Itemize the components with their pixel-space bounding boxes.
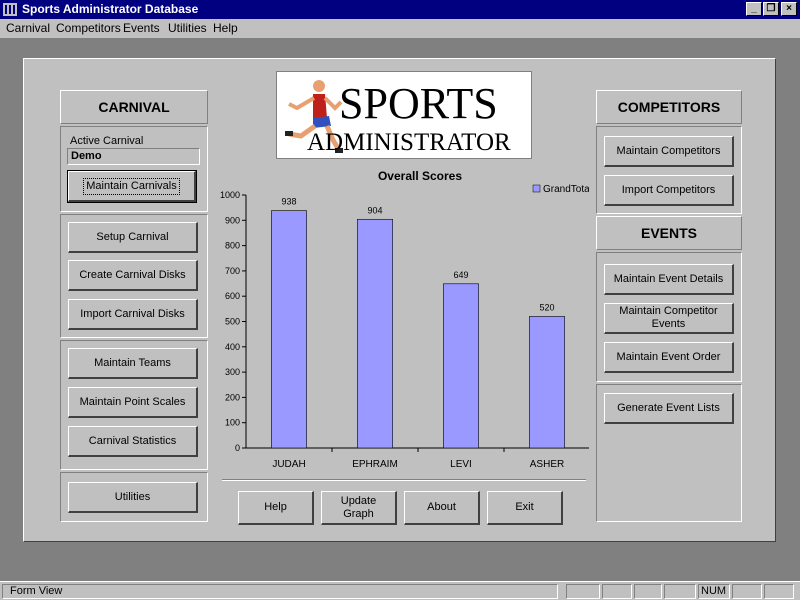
active-carnival-label: Active Carnival: [70, 135, 144, 147]
about-button[interactable]: About: [404, 491, 480, 525]
maintain-carnivals-button[interactable]: Maintain Carnivals: [67, 170, 197, 203]
menu-bar: Carnival Competitors Events Utilities He…: [0, 19, 800, 38]
bar-value-label: 520: [539, 302, 554, 312]
menu-events[interactable]: Events: [123, 21, 160, 35]
maintain-event-order-button[interactable]: Maintain Event Order: [604, 342, 734, 373]
y-tick-label: 100: [225, 418, 240, 428]
events-heading: EVENTS: [640, 225, 697, 241]
maintain-point-scales-button[interactable]: Maintain Point Scales: [68, 387, 198, 418]
utilities-button[interactable]: Utilities: [68, 482, 198, 513]
maintain-competitors-button[interactable]: Maintain Competitors: [604, 136, 734, 167]
carnival-utilities-panel: Utilities: [60, 472, 208, 522]
y-tick-label: 900: [225, 215, 240, 225]
status-cell-1: [566, 584, 600, 599]
minimize-button[interactable]: _: [746, 2, 762, 16]
x-tick-label: LEVI: [450, 459, 472, 470]
active-carnival-field[interactable]: Demo: [67, 148, 200, 165]
maintain-event-details-button[interactable]: Maintain Event Details: [604, 264, 734, 295]
window-title: Sports Administrator Database: [22, 2, 199, 16]
restore-button[interactable]: ❐: [763, 2, 779, 16]
status-text: Form View: [2, 584, 558, 599]
events-header: EVENTS: [596, 216, 742, 250]
status-cell-6: [732, 584, 762, 599]
events-panel: Maintain Event Details Maintain Competit…: [596, 252, 742, 382]
create-carnival-disks-button[interactable]: Create Carnival Disks: [68, 260, 198, 291]
bar-value-label: 904: [367, 205, 382, 215]
competitors-panel: Maintain Competitors Import Competitors: [596, 126, 742, 214]
maintain-teams-button[interactable]: Maintain Teams: [68, 348, 198, 379]
y-tick-label: 500: [225, 317, 240, 327]
import-competitors-button[interactable]: Import Competitors: [604, 175, 734, 206]
bar-value-label: 938: [281, 197, 296, 207]
chart-title: Overall Scores: [378, 169, 462, 183]
carnival-setup-panel: Setup Carnival Create Carnival Disks Imp…: [60, 214, 208, 338]
overall-scores-chart: Overall Scores GrandTotal 0 100 200 300 400 500…: [219, 167, 592, 487]
carnival-header: CARNIVAL: [60, 90, 208, 124]
import-carnival-disks-button[interactable]: Import Carnival Disks: [68, 299, 198, 330]
competitors-heading: COMPETITORS: [617, 99, 721, 115]
bar: [357, 218, 393, 449]
competitors-header: COMPETITORS: [596, 90, 742, 124]
menu-utilities[interactable]: Utilities: [168, 21, 207, 35]
y-tick-label: 1000: [220, 190, 240, 200]
maintain-competitor-events-button[interactable]: Maintain Competitor Events: [604, 303, 734, 334]
menu-help[interactable]: Help: [213, 21, 238, 35]
y-tick-label: 200: [225, 392, 240, 402]
x-tick-label: ASHER: [530, 459, 564, 470]
carnival-active-panel: Active Carnival Demo Maintain Carnivals: [60, 126, 208, 212]
sports-administrator-logo: SPORTS ADMINISTRATOR: [276, 71, 532, 159]
legend-swatch: [532, 184, 541, 193]
bar: [529, 316, 565, 449]
bar: [443, 283, 479, 449]
x-tick-label: EPHRAIM: [352, 459, 398, 470]
app-icon[interactable]: [3, 3, 17, 16]
logo-line1: SPORTS: [339, 79, 498, 128]
status-cell-3: [634, 584, 662, 599]
exit-button[interactable]: Exit: [487, 491, 563, 525]
y-tick-label: 0: [235, 443, 240, 453]
maintain-carnivals-label: Maintain Carnivals: [83, 177, 180, 195]
logo-line2: ADMINISTRATOR: [307, 129, 511, 156]
carnival-statistics-button[interactable]: Carnival Statistics: [68, 426, 198, 457]
update-graph-button[interactable]: Update Graph: [321, 491, 397, 525]
status-cell-2: [602, 584, 632, 599]
y-tick-label: 300: [225, 367, 240, 377]
main-form: CARNIVAL Active Carnival Demo Maintain C…: [23, 58, 776, 542]
bar: [271, 210, 307, 449]
bar-value-label: 649: [453, 270, 468, 280]
close-button[interactable]: ×: [781, 2, 797, 16]
event-lists-panel: Generate Event Lists: [596, 384, 742, 522]
chart-svg: Overall Scores GrandTotal 0 100 200 300 400 500…: [220, 169, 592, 470]
y-tick-label: 600: [225, 291, 240, 301]
x-tick-label: JUDAH: [272, 459, 305, 470]
generate-event-lists-button[interactable]: Generate Event Lists: [604, 393, 734, 424]
carnival-heading: CARNIVAL: [98, 99, 170, 115]
menu-carnival[interactable]: Carnival: [6, 21, 50, 35]
status-bar: Form View NUM: [0, 581, 800, 600]
status-num: NUM: [698, 584, 730, 599]
y-tick-label: 800: [225, 241, 240, 251]
y-tick-label: 400: [225, 342, 240, 352]
status-cell-4: [664, 584, 696, 599]
status-cell-7: [764, 584, 794, 599]
menu-competitors[interactable]: Competitors: [56, 21, 121, 35]
legend-label: GrandTotal: [543, 184, 589, 195]
title-bar: Sports Administrator Database _ ❐ ×: [0, 0, 800, 19]
y-tick-label: 700: [225, 266, 240, 276]
bottom-divider-highlight: [222, 480, 586, 481]
setup-carnival-button[interactable]: Setup Carnival: [68, 222, 198, 253]
carnival-teams-panel: Maintain Teams Maintain Point Scales Car…: [60, 340, 208, 470]
help-button[interactable]: Help: [238, 491, 314, 525]
